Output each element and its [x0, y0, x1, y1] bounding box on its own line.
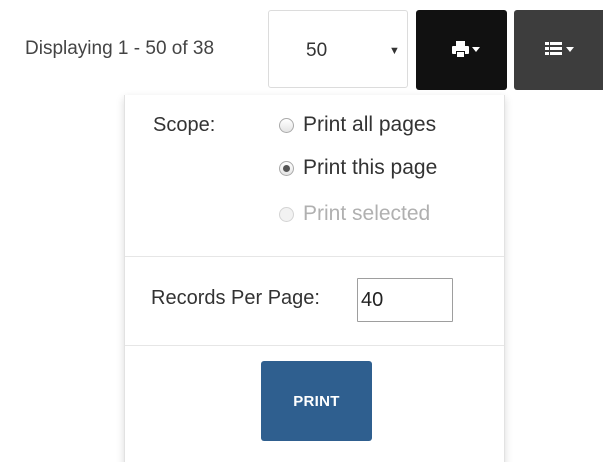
printer-icon: [452, 41, 474, 62]
page-size-value: 50: [306, 40, 328, 61]
print-button[interactable]: PRINT: [261, 361, 372, 441]
radio-label: Print selected: [303, 202, 431, 225]
scope-label: Scope:: [153, 114, 216, 136]
radio-button[interactable]: [279, 117, 294, 133]
caret-down-icon: [566, 47, 574, 52]
page-size-select[interactable]: 50 ▼: [268, 10, 408, 88]
radio-print-selected: Print selected: [279, 201, 430, 227]
radio-label: Print this page: [303, 156, 438, 179]
grid-toolbar-area: Displaying 1 - 50 of 38 50 ▼ Scope: Prin…: [0, 0, 603, 462]
caret-down-icon: [472, 47, 480, 52]
radio-print-all-pages[interactable]: Print all pages: [279, 112, 436, 138]
print-menu-button[interactable]: [416, 10, 507, 90]
record-count-text: Displaying 1 - 50 of 38: [25, 38, 215, 59]
records-per-page-label: Records Per Page:: [151, 287, 320, 309]
divider: [125, 256, 504, 257]
radio-button: [279, 206, 294, 222]
records-per-page-input[interactable]: [357, 278, 453, 322]
radio-label: Print all pages: [303, 113, 437, 136]
print-options-dropdown: Scope: Print all pages Print this page P…: [124, 95, 505, 462]
radio-print-this-page[interactable]: Print this page: [279, 155, 437, 181]
list-icon: [545, 41, 565, 62]
divider: [125, 345, 504, 346]
radio-button[interactable]: [279, 160, 294, 176]
caret-down-icon: ▼: [389, 45, 400, 57]
columns-menu-button[interactable]: [514, 10, 603, 90]
